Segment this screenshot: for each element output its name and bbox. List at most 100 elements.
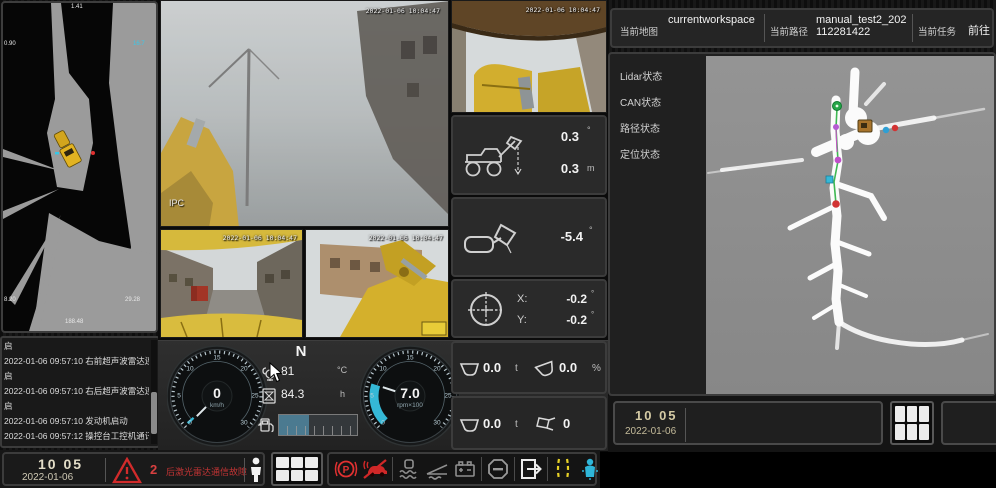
event-log-panel[interactable]: 启 2022-01-06 09:57:10 右前超声波雷达连接故障屏蔽开 启 2… <box>0 336 160 448</box>
map-layout-button[interactable] <box>890 401 934 445</box>
load-value: 0.0 <box>559 360 577 375</box>
alarm-warning-icon <box>112 457 142 484</box>
lidar-range-left: 0.90 <box>4 41 16 47</box>
coolant-temp-unit: °C <box>337 365 347 375</box>
tilt-x-value: -0.2 <box>549 292 587 306</box>
bucket-load-icon <box>459 417 481 434</box>
lidar-map-view[interactable]: 1.41 0.90 16.7 8.20 29.28 188.48 <box>1 1 158 333</box>
tilt-x-label: X: <box>517 293 527 305</box>
operator-console: 1.41 0.90 16.7 8.20 29.28 188.48 启 2022-… <box>0 0 996 488</box>
beacon-icon <box>580 457 600 481</box>
collision-warning-off-icon <box>362 458 388 480</box>
right-clock-time: 10 05 <box>635 408 678 423</box>
lidar-range-bottom-left: 8.20 <box>4 297 16 303</box>
speed-unit: km/h <box>167 402 267 409</box>
lidar-range-bottom-right: 29.28 <box>125 297 140 303</box>
header-separator <box>764 14 765 42</box>
traction-slip-icon <box>397 458 421 480</box>
lidar-range-right: 16.7 <box>133 41 145 47</box>
gear-indicator: N <box>286 343 316 360</box>
boom-angle-value: 0.3 <box>539 129 579 144</box>
route-vehicle-marker <box>858 120 872 132</box>
hourmeter-value: 84.3 <box>281 387 304 401</box>
alarm-message[interactable]: 后激光雷达通信故障 <box>166 465 247 478</box>
load-stats-row-1: 0.0 t 0.0 % <box>451 341 607 394</box>
camera-timestamp: 2022-01-06 10:04:47 <box>223 234 297 242</box>
lane-departure-icon <box>552 458 576 480</box>
boom-status-panel: 0.3 ° 0.3 m <box>451 115 607 195</box>
log-line: 2022-01-06 09:57:10 右后超声波雷达连接故障屏蔽开 <box>4 384 149 399</box>
current-task-value: 前往 <box>968 22 994 38</box>
camera-left-view[interactable]: 2022-01-06 10:04:47 <box>160 229 303 338</box>
clock-date: 2022-01-06 <box>22 472 73 483</box>
route-map-view[interactable] <box>706 56 994 394</box>
current-map-value: currentworkspace <box>668 14 760 26</box>
log-line: 启 <box>4 339 149 354</box>
camera-timestamp: 2022-01-06 10:04:47 <box>526 6 600 14</box>
battery-icon <box>453 458 477 480</box>
operator-icon[interactable] <box>249 457 263 483</box>
waypoint-red <box>892 125 898 131</box>
load-stats-row-2: 0.0 t 0 <box>451 396 607 450</box>
strip-separator <box>392 457 393 481</box>
camera-right-view[interactable]: 2022-01-06 10:04:47 <box>305 229 449 338</box>
camera-front-view[interactable]: 2022-01-06 10:04:47 IPC <box>160 0 449 227</box>
tilt-status-panel: X: -0.2 ° Y: -0.2 ° <box>451 279 607 338</box>
loader-boom-icon <box>461 133 527 181</box>
current-path-value: manual_test2_202112281422 <box>816 14 910 38</box>
log-scrollbar[interactable] <box>151 340 157 444</box>
camera-label-ipc: IPC <box>169 198 184 208</box>
hourmeter-unit: h <box>340 389 345 399</box>
load-value: 0.0 <box>483 360 501 375</box>
right-footer-extra-panel[interactable] <box>941 401 996 445</box>
mouse-cursor <box>269 362 284 384</box>
camera-timestamp: 2022-01-06 10:04:47 <box>366 7 440 15</box>
bucket-load-icon <box>459 361 481 378</box>
log-line: 启 <box>4 369 149 384</box>
bottom-right-black <box>600 452 996 488</box>
lidar-range-bottom: 188.48 <box>65 319 83 325</box>
header-separator <box>912 14 913 42</box>
log-scrollbar-thumb[interactable] <box>151 392 157 434</box>
current-task-label: 当前任务 <box>918 24 956 38</box>
inclinometer-icon <box>465 289 507 331</box>
bucket-angle-value: -5.4 <box>541 229 583 244</box>
current-path-label: 当前路径 <box>770 24 808 38</box>
load-unit: t <box>515 363 518 374</box>
telltale-icon-strip: P <box>327 452 597 486</box>
bucket-tilt-icon <box>463 219 521 261</box>
door-open-icon <box>519 458 543 480</box>
tilt-y-label: Y: <box>517 314 527 326</box>
strip-separator <box>481 457 482 481</box>
camera-layout-button[interactable] <box>271 452 323 486</box>
log-line: 启 <box>4 399 149 414</box>
bucket-count-icon <box>535 416 559 434</box>
fuel-icon <box>258 416 276 434</box>
log-line: 2022-01-06 09:57:10 右前超声波雷达连接故障屏蔽开 <box>4 354 149 369</box>
bucket-status-panel: -5.4 ° <box>451 197 607 277</box>
boom-height-value: 0.3 <box>539 161 579 176</box>
right-clock-panel: 10 05 2022-01-06 <box>613 401 883 445</box>
alarm-count: 2 <box>150 462 157 477</box>
strip-separator <box>547 457 548 481</box>
alarm-status-panel: 10 05 2022-01-06 2 后激光雷达通信故障 <box>2 452 265 486</box>
footer-separator <box>685 408 686 442</box>
statusbar-separator <box>105 458 106 482</box>
camera-timestamp: 2022-01-06 10:04:47 <box>369 234 443 242</box>
current-map-label: 当前地图 <box>620 24 658 38</box>
rpm-unit: rpm×100 <box>360 402 460 409</box>
tilt-y-unit: ° <box>591 310 594 319</box>
load-unit: % <box>592 363 601 374</box>
fuel-bar-ticks <box>279 426 357 435</box>
load-unit: t <box>515 419 518 430</box>
log-line: 2022-01-06 09:57:10 发动机启动 <box>4 414 149 429</box>
fuel-level-bar <box>278 414 358 436</box>
tilt-y-value: -0.2 <box>549 313 587 327</box>
waypoint-blue <box>883 127 889 133</box>
ramp-slope-icon <box>425 458 449 480</box>
stop-sign-icon <box>486 458 510 480</box>
load-value: 0 <box>563 416 570 431</box>
camera-rear-view[interactable]: 2022-01-06 10:04:47 <box>451 0 607 113</box>
right-clock-date: 2022-01-06 <box>625 426 676 437</box>
parking-brake-icon: P <box>334 458 358 480</box>
